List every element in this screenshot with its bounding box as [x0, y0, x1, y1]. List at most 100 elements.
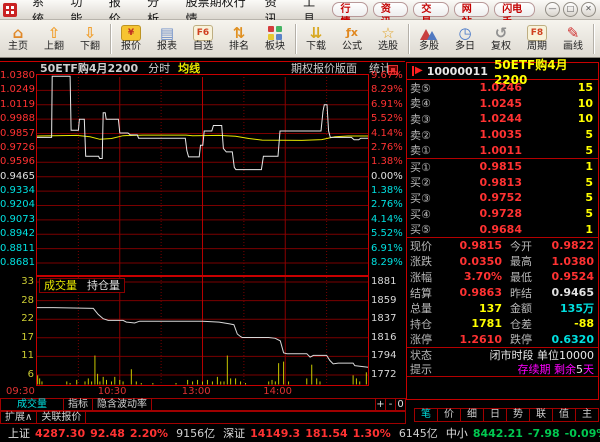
pane-tab-隐含波动率[interactable]: 隐含波动率	[93, 398, 152, 411]
ask-row[interactable]: 卖①1.00115	[407, 142, 598, 158]
pane-legend: 成交量持仓量	[39, 278, 125, 293]
toolbar-button-画线[interactable]: ✎画线	[555, 22, 591, 56]
hint-text: 天	[583, 363, 594, 376]
secondary-tabs: 扩展∧关联报价	[0, 411, 406, 424]
quick-button-行情[interactable]: 行 情	[332, 2, 367, 17]
toolbar-label: 排名	[229, 41, 249, 53]
toolbar-button-板块[interactable]: 板块	[257, 22, 293, 56]
toolbar-label: 复权	[491, 41, 511, 53]
info-label: 昨结	[510, 285, 542, 301]
info-label: 涨停	[410, 331, 442, 347]
quick-button-网站[interactable]: 网 站	[454, 2, 489, 17]
ask-row[interactable]: 卖②1.00355	[407, 127, 598, 143]
mini-tab-笔[interactable]: 笔	[414, 408, 438, 422]
level-label: 卖④	[410, 95, 440, 111]
percent-axis-label: 0.00%	[371, 172, 405, 182]
level-label: 买③	[410, 190, 440, 206]
pane-tabs: 成交量指标隐含波动率 +-0	[0, 398, 406, 411]
zoom-button-0[interactable]: 0	[396, 398, 406, 411]
price-axis-label: 1.0249	[0, 85, 34, 95]
info-value: 0.9863	[442, 286, 502, 299]
zoom-button-+[interactable]: +	[376, 398, 386, 411]
period-icon: F8	[527, 25, 547, 41]
bid-row[interactable]: 买②0.98135	[407, 175, 598, 191]
close-button[interactable]: ✕	[581, 2, 596, 17]
info-label: 今开	[510, 238, 542, 254]
toolbar-button-下载[interactable]: ⇊下载	[298, 22, 334, 56]
secondary-tab-扩展∧[interactable]: 扩展∧	[0, 411, 37, 424]
level-qty: 15	[522, 81, 593, 94]
toolbar-button-上翻[interactable]: ⇧上翻	[36, 22, 72, 56]
toolbar-button-自选[interactable]: F6自选	[185, 22, 221, 56]
ask-row[interactable]: 卖⑤1.024615	[407, 80, 598, 96]
toolbar-button-公式[interactable]: ƒx公式	[334, 22, 370, 56]
draw-line-icon: ✎	[567, 24, 580, 41]
mini-tab-价[interactable]: 价	[438, 408, 461, 422]
toolbar-button-报价[interactable]: ¥报价	[113, 22, 149, 56]
toolbar-button-复权[interactable]: ↺复权	[483, 22, 519, 56]
mini-tab-势[interactable]: 势	[507, 408, 530, 422]
stock-pick-icon: ☆	[381, 24, 394, 41]
price-axis-label: 0.8681	[0, 258, 34, 268]
toolbar-button-主页[interactable]: ⌂主页	[0, 22, 36, 56]
oi-axis-label: 1772	[371, 370, 405, 380]
toolbar-separator	[110, 24, 111, 54]
maximize-button[interactable]: □	[563, 2, 578, 17]
hint-row: 提示 存续期 剩余5天	[407, 362, 598, 376]
toolbar-label: 报表	[157, 41, 177, 53]
intraday-chart[interactable]: 1.03809.67%1.02498.29%1.01196.91%0.99885…	[0, 74, 406, 276]
index-name[interactable]: 上证	[8, 425, 30, 441]
toolbar-button-选股[interactable]: ☆选股	[370, 22, 406, 56]
toolbar-button-多股[interactable]: 多股	[411, 22, 447, 56]
bid-row[interactable]: 买⑤0.96841	[407, 221, 598, 237]
toolbar-button-排名[interactable]: ⇅排名	[221, 22, 257, 56]
quick-button-交易[interactable]: 交 易	[413, 2, 448, 17]
bid-row[interactable]: 买④0.97285	[407, 206, 598, 222]
mini-tab-细[interactable]: 细	[461, 408, 484, 422]
oi-legend-label: 持仓量	[87, 279, 120, 292]
toolbar-label: 报价	[121, 41, 141, 53]
ask-row[interactable]: 卖③1.024410	[407, 111, 598, 127]
toolbar-button-多日[interactable]: ◷多日	[447, 22, 483, 56]
info-value: 1781	[442, 317, 502, 330]
toolbar-button-报表[interactable]: ▤报表	[149, 22, 185, 56]
toolbar-button-下翻[interactable]: ⇩下翻	[72, 22, 108, 56]
percent-axis-label: 5.52%	[371, 114, 405, 124]
bid-row[interactable]: 买①0.98151	[407, 159, 598, 175]
pane-tab-指标[interactable]: 指标	[64, 398, 93, 411]
mini-tab-日[interactable]: 日	[484, 408, 507, 422]
quick-button-闪电手[interactable]: 闪电手	[494, 2, 535, 17]
oi-axis-label: 1816	[371, 333, 405, 343]
quick-button-资讯[interactable]: 资 讯	[373, 2, 408, 17]
level-price: 0.9752	[440, 191, 522, 204]
toolbar-button-买入[interactable]: 买买入	[596, 22, 600, 56]
info-value: 0.9815	[442, 239, 502, 252]
level-price: 0.9684	[440, 223, 522, 236]
toolbar-separator	[408, 24, 409, 54]
toolbar-button-周期[interactable]: F8周期	[519, 22, 555, 56]
info-row: 总量137金额135万	[407, 300, 598, 316]
volume-chart[interactable]: 33188128185922183717181611179461772成交量持仓…	[0, 276, 406, 386]
oi-axis-label: 1794	[371, 351, 405, 361]
info-value: 0.9822	[542, 239, 594, 252]
minimize-button[interactable]: —	[545, 2, 560, 17]
time-axis: 09:3010:3013:0014:00	[0, 386, 406, 398]
app-window: 系统功能报价分析股票期权行情资讯工具 行 情资 讯交 易网 站闪电手 —□✕ ⌂…	[0, 0, 600, 442]
index-name[interactable]: 深证	[223, 425, 245, 441]
info-value: 0.9465	[542, 286, 594, 299]
oi-axis-label: 1837	[371, 314, 405, 324]
mini-tab-主[interactable]: 主	[576, 408, 599, 422]
time-label: 10:30	[98, 386, 127, 397]
price-axis-label: 0.9596	[0, 157, 34, 167]
pane-tab-成交量[interactable]: 成交量	[0, 398, 64, 411]
bid-row[interactable]: 买③0.97525	[407, 190, 598, 206]
mini-tab-联[interactable]: 联	[530, 408, 553, 422]
oi-axis-label: 1859	[371, 296, 405, 306]
status-bar: 上证4287.3092.482.20%9156亿深证14149.3181.541…	[0, 424, 600, 442]
ask-row[interactable]: 卖④1.024510	[407, 96, 598, 112]
percent-axis-label: 6.91%	[371, 244, 405, 254]
zoom-button--[interactable]: -	[386, 398, 396, 411]
mini-tab-值[interactable]: 值	[553, 408, 576, 422]
secondary-tab-关联报价[interactable]: 关联报价	[37, 411, 86, 424]
index-name[interactable]: 中小	[446, 425, 468, 441]
